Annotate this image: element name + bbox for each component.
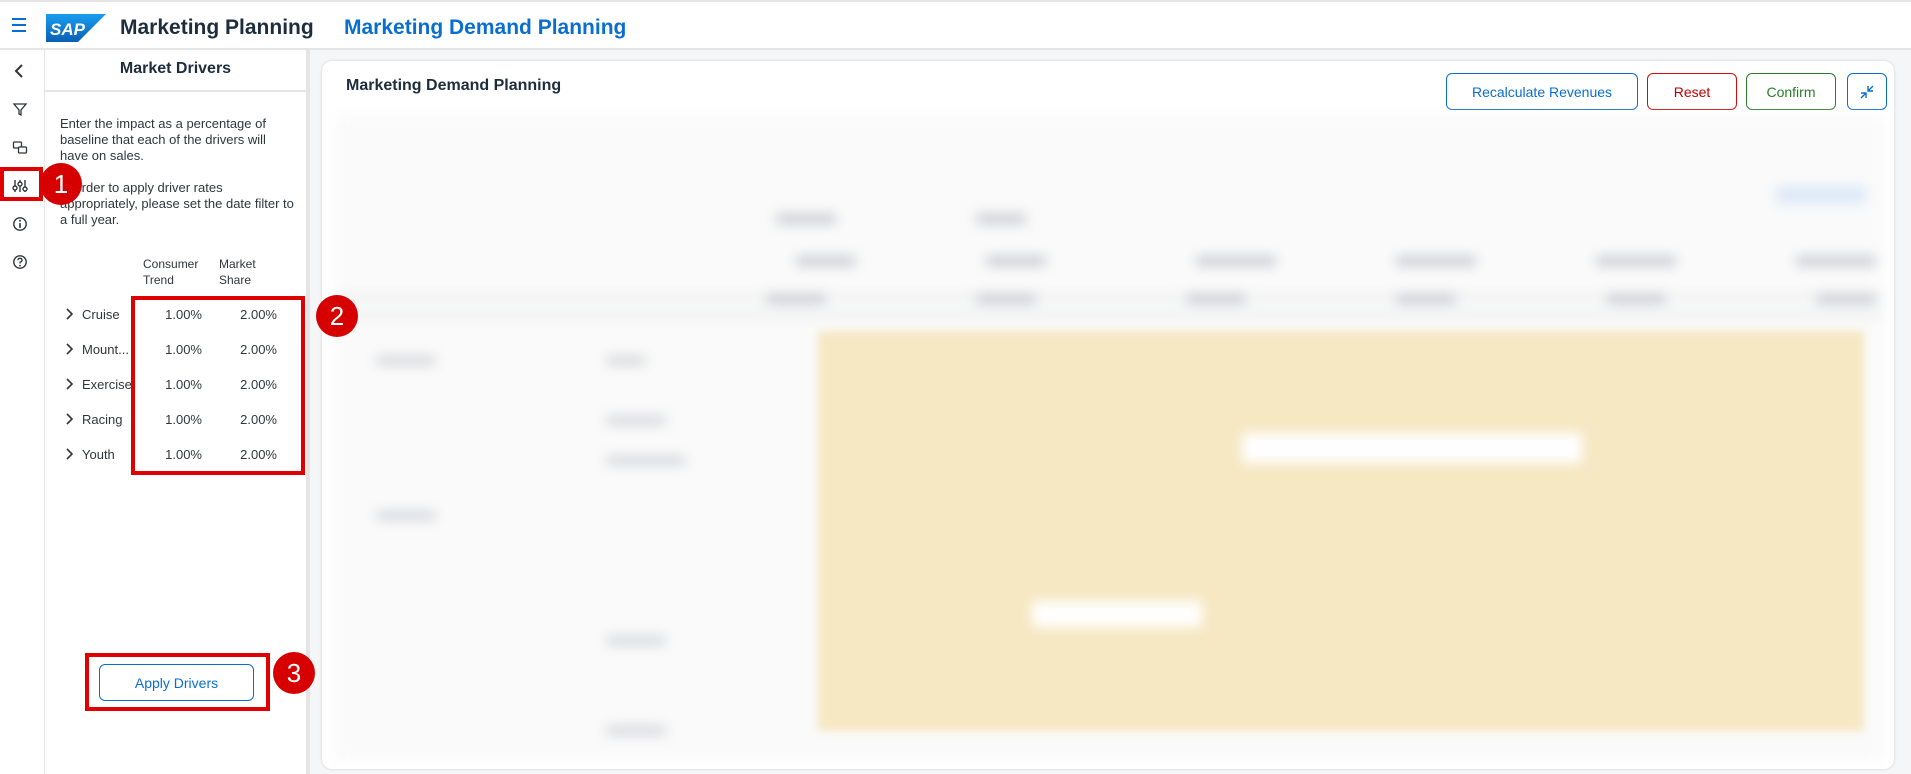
blurred-row bbox=[1242, 433, 1582, 463]
sap-logo[interactable]: SAP bbox=[46, 14, 106, 42]
exit-fullscreen-icon bbox=[1860, 85, 1874, 98]
info-icon[interactable] bbox=[6, 210, 34, 238]
consumer-trend-header: Consumer Trend bbox=[143, 257, 199, 287]
blurred-row bbox=[1032, 601, 1202, 627]
back-icon[interactable] bbox=[6, 57, 34, 85]
step-badge-1: 1 bbox=[40, 163, 82, 205]
chevron-right-icon[interactable] bbox=[64, 307, 74, 321]
exit-fullscreen-button[interactable] bbox=[1847, 73, 1887, 110]
menu-icon[interactable] bbox=[12, 18, 32, 34]
description-text-2: In order to apply driver rates appropria… bbox=[60, 180, 294, 227]
svg-text:SAP: SAP bbox=[50, 20, 86, 39]
side-rail bbox=[0, 50, 45, 774]
confirm-button[interactable]: Confirm bbox=[1746, 73, 1836, 110]
planning-cells[interactable] bbox=[818, 331, 1864, 731]
chevron-right-icon[interactable] bbox=[64, 342, 74, 356]
market-share-header: Market Share bbox=[219, 257, 256, 287]
description-text-1: Enter the impact as a percentage of base… bbox=[60, 116, 266, 163]
step-badge-3: 3 bbox=[273, 652, 315, 694]
step-badge-2: 2 bbox=[316, 295, 358, 337]
recalculate-revenues-button[interactable]: Recalculate Revenues bbox=[1446, 73, 1638, 110]
planning-card: Marketing Demand Planning Recalculate Re… bbox=[322, 61, 1894, 769]
app-title: Marketing Planning bbox=[120, 16, 314, 39]
help-icon[interactable] bbox=[6, 248, 34, 276]
highlight-box-3 bbox=[85, 653, 270, 711]
chevron-right-icon[interactable] bbox=[64, 447, 74, 461]
comments-icon[interactable] bbox=[6, 134, 34, 162]
panel-description: Enter the impact as a percentage of base… bbox=[60, 116, 295, 244]
panel-title: Market Drivers bbox=[119, 60, 232, 77]
card-title: Marketing Demand Planning bbox=[346, 77, 562, 94]
divider bbox=[45, 90, 308, 92]
chevron-right-icon[interactable] bbox=[64, 412, 74, 426]
reset-button[interactable]: Reset bbox=[1647, 73, 1737, 110]
shell-bar: SAP Marketing Planning Marketing Demand … bbox=[0, 0, 1911, 50]
highlight-box-1 bbox=[0, 167, 43, 201]
page-title: Marketing Demand Planning bbox=[344, 16, 627, 39]
chevron-right-icon[interactable] bbox=[64, 377, 74, 391]
filter-icon[interactable] bbox=[6, 95, 34, 123]
highlight-box-2 bbox=[131, 296, 305, 475]
